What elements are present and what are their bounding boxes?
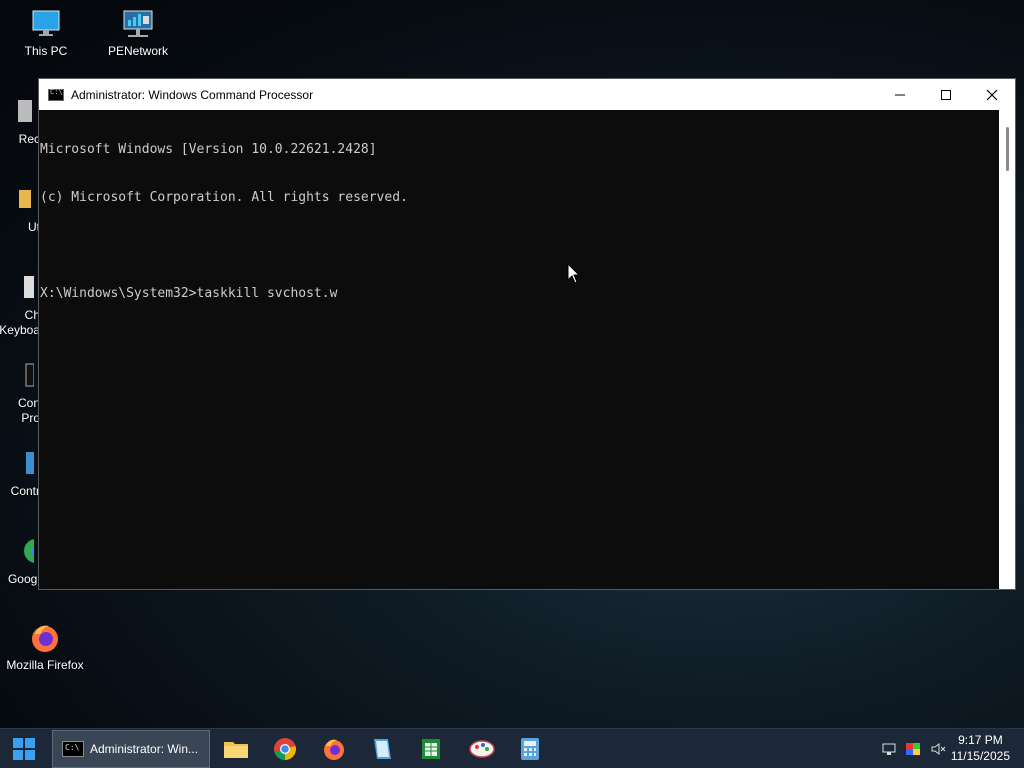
desktop-icon-label: Ch Keyboa	[0, 308, 40, 337]
clock-date: 11/15/2025	[950, 749, 1010, 763]
file-explorer-icon	[224, 741, 248, 758]
console-output[interactable]: Microsoft Windows [Version 10.0.22621.24…	[39, 110, 1000, 589]
clock-time: 9:17 PM	[958, 733, 1003, 747]
taskbar-item-command-prompt[interactable]: Administrator: Win...	[52, 730, 210, 768]
taskbar-firefox[interactable]	[314, 729, 354, 768]
close-icon	[986, 89, 998, 100]
desktop-icon-label: Con Pro	[17, 396, 40, 425]
paint-icon	[469, 739, 495, 758]
calculator-icon	[521, 737, 539, 760]
desktop-icon-command-prompt[interactable]: Con Pro	[0, 360, 40, 426]
cmd-icon	[2, 360, 35, 392]
window-title: Administrator: Windows Command Processor	[71, 87, 314, 102]
taskbar-file-explorer[interactable]	[216, 729, 256, 768]
desktop-icon-penetwork[interactable]: PENetwork	[98, 8, 178, 59]
taskbar-chrome[interactable]	[265, 729, 305, 768]
desktop-icon-label: Contr	[10, 484, 40, 498]
cmd-icon	[48, 88, 64, 101]
scrollbar-thumb[interactable]	[1006, 127, 1009, 171]
desktop-icon-utilities[interactable]: Ut	[0, 184, 40, 235]
console-line: Microsoft Windows [Version 10.0.22621.24…	[40, 142, 377, 157]
taskbar-notepad[interactable]	[362, 729, 402, 768]
display-tray-icon[interactable]	[905, 741, 921, 757]
control-panel-icon	[2, 448, 34, 480]
desktop-icon-mozilla-firefox[interactable]: Mozilla Firefox	[2, 622, 88, 673]
taskbar-spreadsheet[interactable]	[411, 729, 451, 768]
mouse-cursor-icon	[567, 263, 581, 284]
desktop-icon-label: Ut	[28, 220, 40, 234]
volume-muted-icon[interactable]	[930, 741, 946, 757]
desktop-icon-control-panel[interactable]: Contr	[0, 448, 40, 499]
desktop-icon-label: PENetwork	[107, 44, 169, 58]
system-clock[interactable]: 9:17 PM 11/15/2025	[951, 732, 1010, 764]
keyboard-icon	[2, 272, 34, 304]
network-icon	[122, 8, 154, 40]
vertical-scrollbar[interactable]	[999, 110, 1015, 589]
taskbar-calculator[interactable]	[510, 729, 550, 768]
close-button[interactable]	[969, 79, 1015, 110]
command-prompt-window[interactable]: Administrator: Windows Command Processor…	[38, 78, 1016, 590]
spreadsheet-icon	[422, 738, 440, 759]
desktop-icon-label: Googl	[7, 572, 40, 586]
minimize-icon	[895, 94, 905, 95]
recycle-bin-icon	[2, 96, 34, 128]
maximize-icon	[941, 89, 951, 100]
start-button[interactable]	[4, 729, 44, 768]
maximize-button[interactable]	[923, 79, 969, 110]
taskbar-item-label: Administrator: Win...	[90, 742, 199, 756]
firefox-icon	[29, 622, 61, 654]
desktop-icon-this-pc[interactable]: This PC	[6, 8, 86, 59]
minimize-button[interactable]	[877, 79, 923, 110]
desktop-icon-google-chrome[interactable]: Googl	[0, 536, 48, 587]
notepad-icon	[374, 738, 391, 759]
chrome-icon	[2, 536, 48, 568]
console-line: (c) Microsoft Corporation. All rights re…	[40, 190, 408, 205]
console-prompt-line[interactable]: X:\Windows\System32>taskkill svchost.w	[40, 286, 1000, 302]
folder-icon	[0, 184, 31, 216]
network-tray-icon[interactable]	[881, 741, 897, 757]
desktop-icon-keyboard[interactable]: Ch Keyboa	[0, 272, 40, 338]
title-bar[interactable]: Administrator: Windows Command Processor	[39, 79, 1015, 110]
monitor-icon	[30, 8, 62, 40]
chrome-icon	[274, 737, 296, 760]
taskbar: Administrator: Win... 9:17 PM 11/15/2025	[0, 728, 1024, 768]
desktop-icon-label: Mozilla Firefox	[6, 658, 84, 672]
cmd-icon	[62, 741, 84, 757]
firefox-icon	[324, 739, 344, 760]
windows-logo-icon	[13, 737, 35, 760]
desktop-icon-label: This PC	[24, 44, 68, 58]
taskbar-paint[interactable]	[460, 729, 504, 768]
